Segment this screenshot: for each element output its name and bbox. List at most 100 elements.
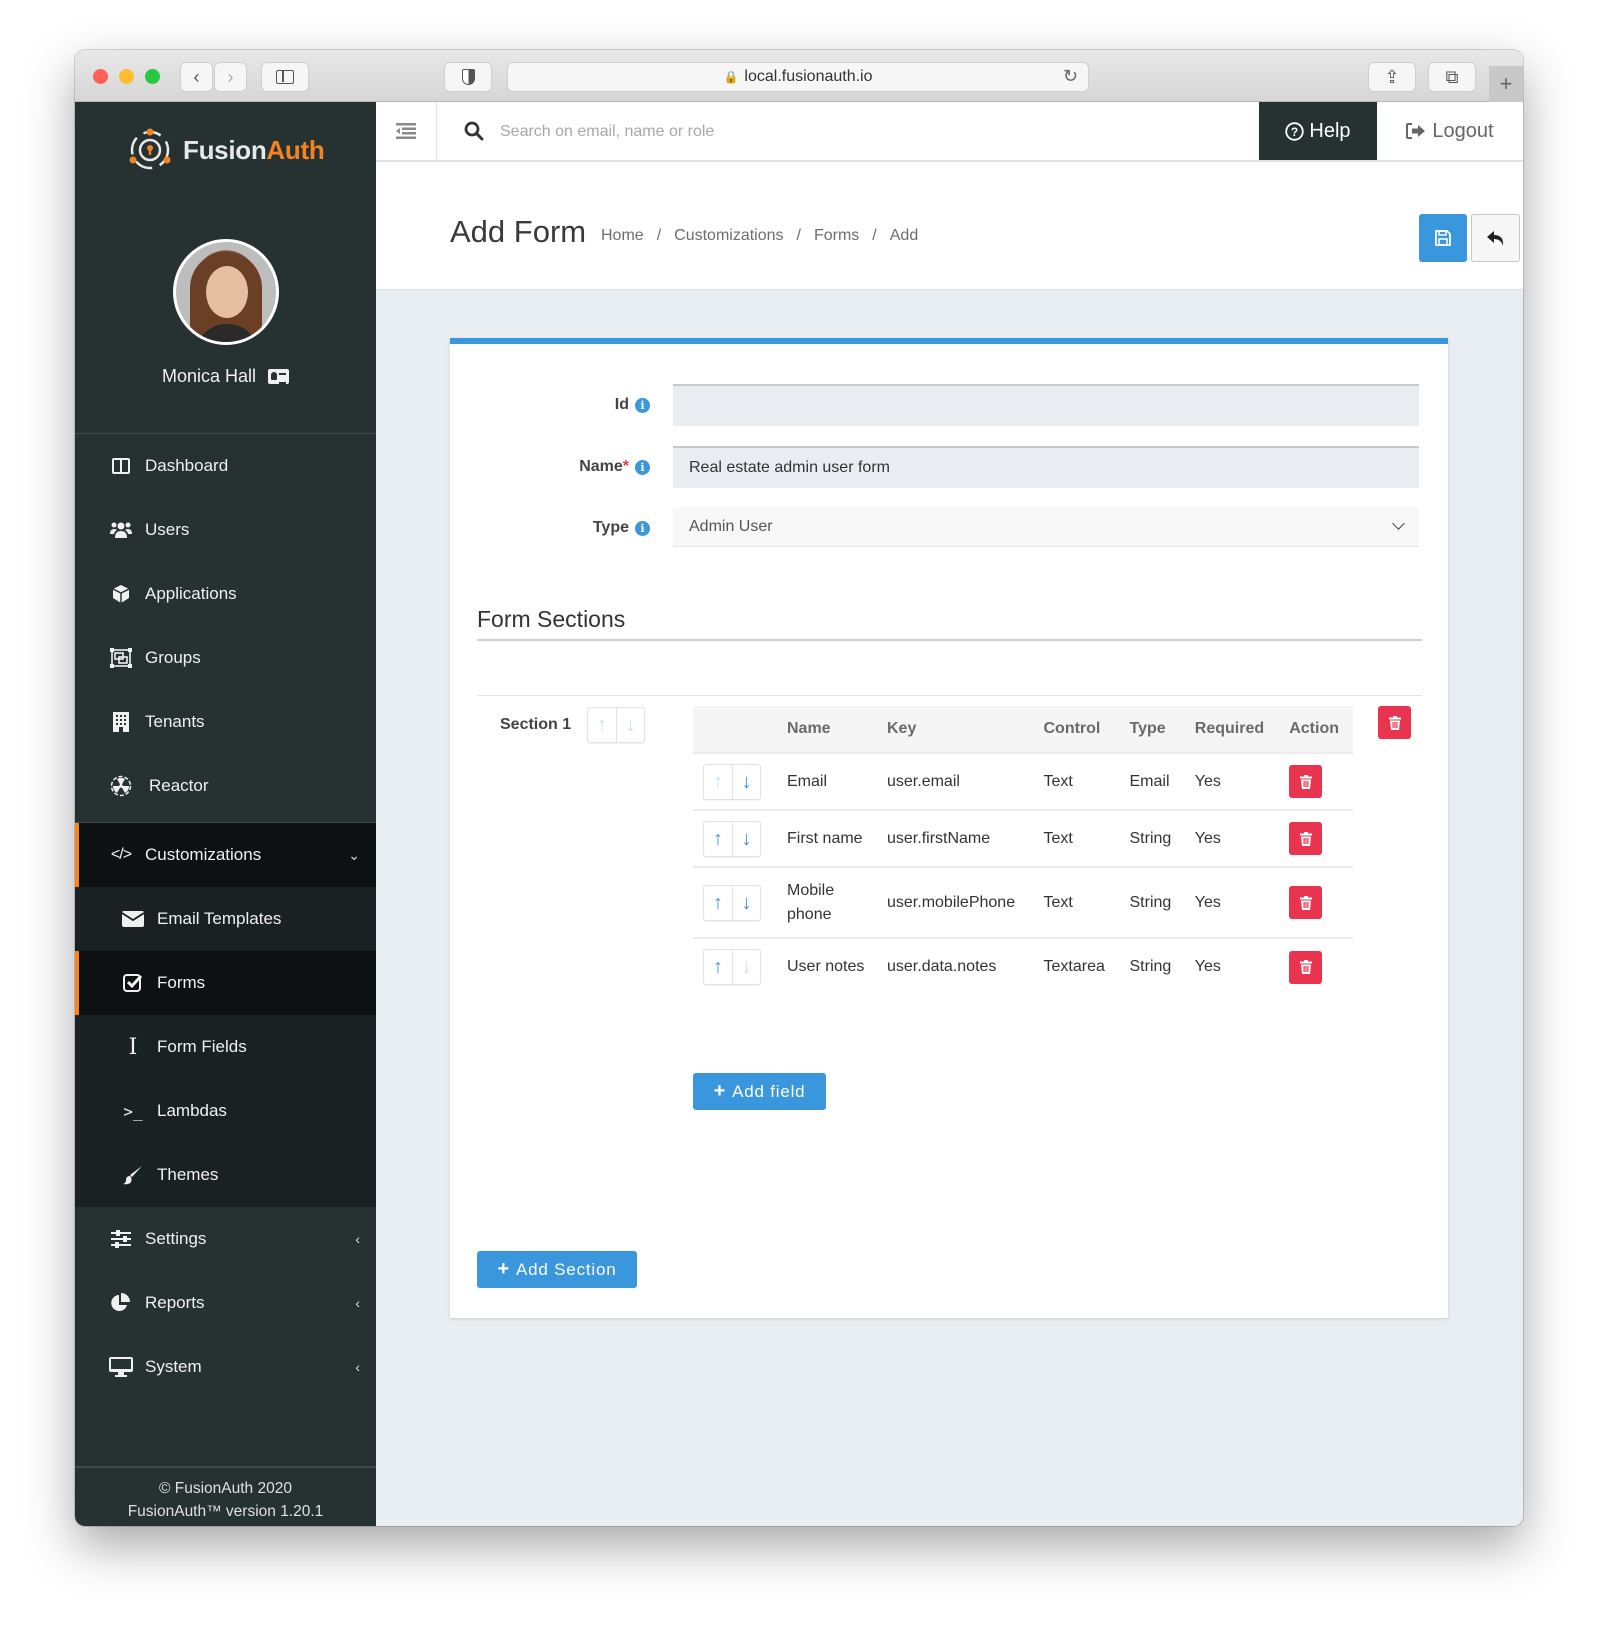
cell-control: Text [1033, 866, 1120, 938]
add-field-button[interactable]: + Add field [693, 1073, 826, 1110]
info-icon[interactable]: i [635, 521, 650, 536]
url-text: local.fusionauth.io [744, 68, 873, 85]
sidebar-item-customizations[interactable]: </> Customizations ⌄ [75, 823, 376, 887]
logout-button[interactable]: Logout [1377, 102, 1523, 160]
sidebar-item-tenants[interactable]: Tenants [75, 690, 376, 754]
trash-icon [1388, 715, 1401, 730]
fusionauth-logo[interactable]: FusionAuth [127, 126, 325, 174]
search-input[interactable] [500, 116, 1100, 148]
sidebar-nav-customizations: </> Customizations ⌄ Email Templates For… [75, 823, 376, 1399]
breadcrumb-customizations[interactable]: Customizations [674, 227, 783, 244]
privacy-shield-button[interactable] [444, 62, 492, 92]
move-down-button[interactable]: ↓ [732, 764, 760, 799]
cube-icon [109, 582, 133, 606]
sidebar-item-dashboard[interactable]: Dashboard [75, 434, 376, 498]
info-icon[interactable]: i [635, 398, 650, 413]
move-down-button[interactable]: ↓ [732, 950, 760, 984]
plus-icon: + [497, 1258, 510, 1280]
sidebar-item-form-fields[interactable]: I Form Fields [75, 1015, 376, 1079]
sidebar-toggle-button[interactable] [261, 62, 309, 92]
table-row: ↑ ↓ First name user.firstName Text String Yes [693, 809, 1353, 867]
sidebar-item-system[interactable]: System ‹ [75, 1335, 376, 1399]
menu-toggle-button[interactable] [376, 102, 437, 160]
sidebar-item-users[interactable]: Users [75, 498, 376, 562]
breadcrumb-home[interactable]: Home [601, 227, 644, 244]
info-icon[interactable]: i [635, 460, 650, 475]
sidebar-item-settings[interactable]: Settings ‹ [75, 1207, 376, 1271]
delete-field-button[interactable] [1289, 950, 1323, 984]
svg-text:?: ? [1291, 125, 1298, 139]
avatar[interactable] [173, 239, 279, 345]
name-input[interactable] [673, 446, 1419, 488]
breadcrumb-forms[interactable]: Forms [814, 227, 859, 244]
form-sections-title: Form Sections [477, 606, 626, 632]
plus-icon: + [1499, 71, 1513, 96]
sidebar-item-groups[interactable]: Groups [75, 626, 376, 690]
page-header: Add Form Home / Customizations / Forms / Add [376, 162, 1523, 290]
move-up-button[interactable]: ↑ [704, 950, 732, 984]
column-header-name: Name [787, 720, 831, 737]
trash-icon [1299, 831, 1312, 846]
table-row: ↑ ↓ Mobile phone user.mobilePhone Text String… [693, 866, 1353, 938]
type-select[interactable]: Admin User [673, 507, 1419, 547]
sidebar-footer: © FusionAuth 2020 FusionAuth™ version 1.… [75, 1466, 376, 1526]
move-up-button[interactable]: ↑ [704, 886, 732, 920]
cell-type: String [1119, 937, 1185, 995]
sidebar-item-themes[interactable]: Themes [75, 1143, 376, 1207]
check-square-icon [121, 971, 145, 995]
fields-table: Name Key Control Type Required Action ↑ ↓… [693, 706, 1353, 995]
move-down-button[interactable]: ↓ [616, 708, 644, 742]
tabs-overview-button[interactable]: ⧉ [1428, 62, 1476, 92]
move-up-button[interactable]: ↑ [588, 708, 616, 742]
page-title: Add Form [450, 214, 587, 249]
question-circle-icon: ? [1285, 121, 1305, 141]
move-down-button[interactable]: ↓ [732, 821, 760, 856]
search-icon [464, 121, 484, 146]
move-up-button[interactable]: ↑ [704, 765, 732, 799]
users-icon [109, 518, 133, 542]
delete-field-button[interactable] [1289, 886, 1323, 919]
cell-name: First name [777, 809, 877, 867]
id-input[interactable] [673, 384, 1419, 426]
chevron-left-icon: ‹ [355, 1231, 360, 1247]
zoom-window-button[interactable] [145, 69, 160, 84]
delete-field-button[interactable] [1289, 765, 1323, 798]
trash-icon [1299, 895, 1312, 910]
field-reorder-buttons: ↑ ↓ [703, 884, 761, 921]
sidebar-item-reports[interactable]: Reports ‹ [75, 1271, 376, 1335]
add-section-button[interactable]: + Add Section [477, 1251, 637, 1288]
delete-field-button[interactable] [1289, 822, 1323, 855]
delete-section-button[interactable] [1378, 706, 1411, 739]
help-button[interactable]: ? Help [1259, 102, 1377, 160]
back-button[interactable] [1471, 214, 1520, 262]
field-reorder-buttons: ↑ ↓ [703, 763, 761, 800]
name-field-row: Name* i [450, 446, 1448, 488]
user-name[interactable]: Monica Hall [75, 366, 376, 387]
section-reorder-buttons: ↑ ↓ [587, 707, 645, 743]
sidebar-item-email-templates[interactable]: Email Templates [75, 887, 376, 951]
new-tab-button[interactable]: + [1489, 66, 1523, 102]
sidebar-item-lambdas[interactable]: >_ Lambdas [75, 1079, 376, 1143]
section-label: Section 1 [500, 716, 572, 733]
sidebar-item-reactor[interactable]: Reactor [75, 754, 376, 818]
close-window-button[interactable] [93, 69, 108, 84]
address-bar[interactable]: 🔒 local.fusionauth.io ↻ [507, 62, 1089, 92]
minimize-window-button[interactable] [119, 69, 134, 84]
reload-icon[interactable]: ↻ [1063, 66, 1078, 87]
sidebar-item-applications[interactable]: Applications [75, 562, 376, 626]
table-row: ↑ ↓ Email user.email Text Email Yes [693, 752, 1353, 810]
forward-nav-button[interactable]: › [214, 62, 247, 92]
reply-icon [1486, 230, 1503, 246]
trash-icon [1299, 774, 1312, 789]
sidebar-item-forms[interactable]: Forms [75, 951, 376, 1015]
move-down-button[interactable]: ↓ [732, 885, 760, 920]
id-card-icon[interactable] [268, 369, 290, 384]
trash-icon [1299, 960, 1312, 974]
save-button[interactable] [1419, 214, 1467, 262]
paint-brush-icon [121, 1163, 145, 1187]
columns-icon [109, 454, 133, 478]
table-row: ↑ ↓ User notes user.data.notes Textarea Strin… [693, 937, 1353, 995]
move-up-button[interactable]: ↑ [704, 822, 732, 856]
back-nav-button[interactable]: ‹ [180, 62, 213, 92]
share-button[interactable]: ⇪ [1368, 62, 1416, 92]
